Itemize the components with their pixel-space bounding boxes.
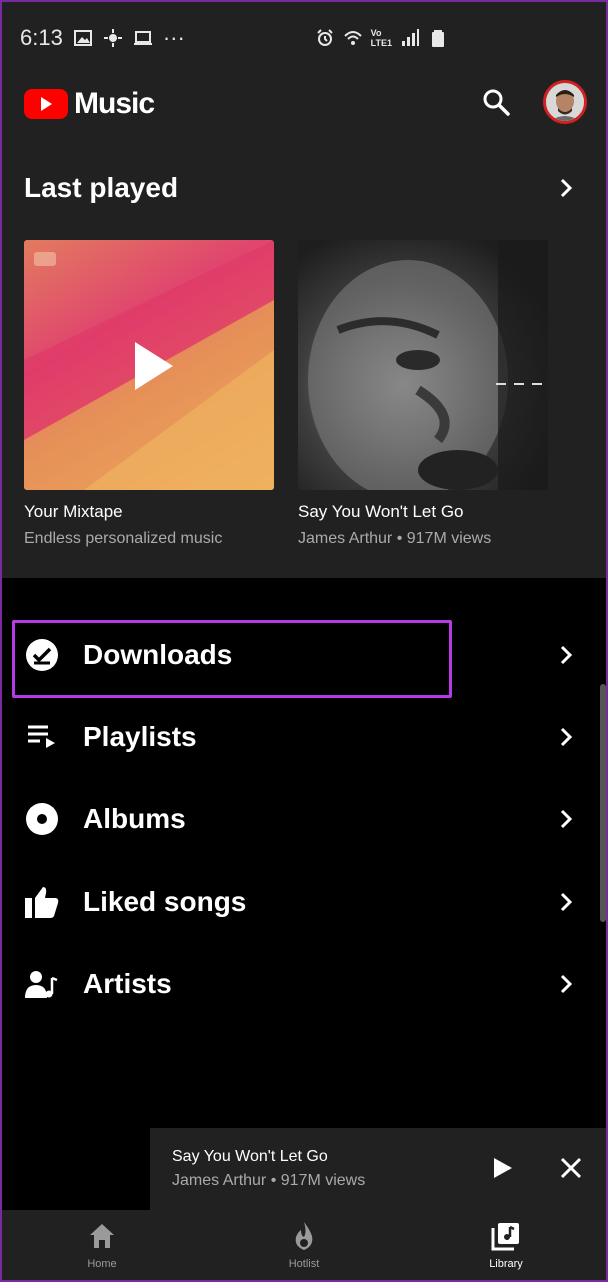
battery-icon: [432, 30, 444, 47]
menu-label: Playlists: [83, 721, 197, 752]
app-name: Music: [74, 87, 155, 120]
network-type-top: Vo: [370, 28, 382, 38]
flame-icon: [295, 1222, 313, 1250]
chevron-right-icon: [560, 809, 573, 829]
nav-library[interactable]: Library: [451, 1220, 561, 1270]
status-time: 6:13: [20, 25, 63, 50]
avatar[interactable]: [543, 80, 587, 124]
menu-label: Artists: [83, 968, 172, 999]
card-title: Say You Won't Let Go: [298, 502, 464, 521]
card-subtitle: Endless personalized music: [24, 530, 223, 547]
menu-item-playlists[interactable]: Playlists: [2, 696, 606, 778]
laptop-icon: [133, 31, 152, 45]
status-bar: 6:13 ··· Vo LTE1: [2, 2, 606, 74]
nav-label: Library: [489, 1258, 523, 1270]
status-more: ···: [162, 25, 185, 50]
bottom-nav: Home Hotlist Library: [2, 1210, 606, 1280]
playlist-icon: [28, 725, 55, 748]
song-artwork: [298, 240, 548, 490]
song-card[interactable]: Say You Won't Let Go James Arthur • 917M…: [298, 240, 548, 548]
network-type-bottom: LTE1: [370, 38, 392, 48]
library-icon: [491, 1223, 519, 1251]
artist-icon: [25, 971, 58, 998]
nav-label: Home: [87, 1258, 117, 1270]
app-header: Music: [2, 74, 606, 134]
mini-player[interactable]: Say You Won't Let Go James Arthur • 917M…: [150, 1128, 606, 1210]
card-subtitle: James Arthur • 917M views: [298, 530, 492, 547]
menu-label: Liked songs: [83, 886, 247, 917]
card-title: Your Mixtape: [24, 502, 123, 521]
song-face-image: [308, 240, 548, 490]
app-screen: 6:13 ··· Vo LTE1 Music Last played Your …: [2, 2, 606, 1280]
chevron-right-icon: [560, 645, 573, 665]
avatar-face-icon: [546, 83, 584, 121]
nav-label: Hotlist: [288, 1258, 320, 1270]
now-playing-title: Say You Won't Let Go: [172, 1148, 328, 1165]
menu-item-artists[interactable]: Artists: [2, 943, 606, 1025]
last-played-section: Last played Your Mixtape Endless persona…: [2, 134, 606, 578]
album-icon: [26, 803, 58, 835]
mixtape-pattern: [24, 240, 274, 490]
alarm-icon: [316, 29, 333, 46]
chevron-right-icon[interactable]: [554, 176, 578, 200]
mixtape-card[interactable]: Your Mixtape Endless personalized music: [24, 240, 274, 548]
nav-home[interactable]: Home: [47, 1220, 157, 1270]
app-logo[interactable]: Music: [24, 87, 155, 121]
menu-item-liked-songs[interactable]: Liked songs: [2, 861, 606, 943]
chevron-right-icon: [560, 727, 573, 747]
gallery-icon: [73, 30, 92, 46]
menu-item-albums[interactable]: Albums: [2, 778, 606, 860]
wifi-icon: [343, 31, 362, 45]
now-playing-subtitle: James Arthur • 917M views: [172, 1172, 366, 1189]
mixtape-artwork: [24, 240, 274, 490]
close-icon[interactable]: [558, 1155, 584, 1181]
play-icon[interactable]: [488, 1154, 516, 1182]
chevron-right-icon: [560, 974, 573, 994]
network-type: Vo LTE1: [371, 28, 392, 48]
scrollbar[interactable]: [600, 684, 606, 922]
search-icon[interactable]: [480, 86, 512, 118]
section-title: Last played: [24, 172, 179, 203]
home-icon: [90, 1224, 114, 1248]
downloads-highlight-box: [12, 620, 452, 698]
settings-notification-icon: [103, 29, 122, 47]
chevron-right-icon: [560, 892, 573, 912]
youtube-play-logo-icon: [24, 89, 68, 119]
status-right: Vo LTE1: [315, 28, 448, 48]
nav-hotlist[interactable]: Hotlist: [249, 1220, 359, 1270]
status-left: 6:13 ···: [20, 25, 185, 51]
signal-icon: [402, 29, 419, 46]
menu-label: Albums: [83, 803, 186, 834]
thumb-up-icon: [25, 887, 59, 918]
